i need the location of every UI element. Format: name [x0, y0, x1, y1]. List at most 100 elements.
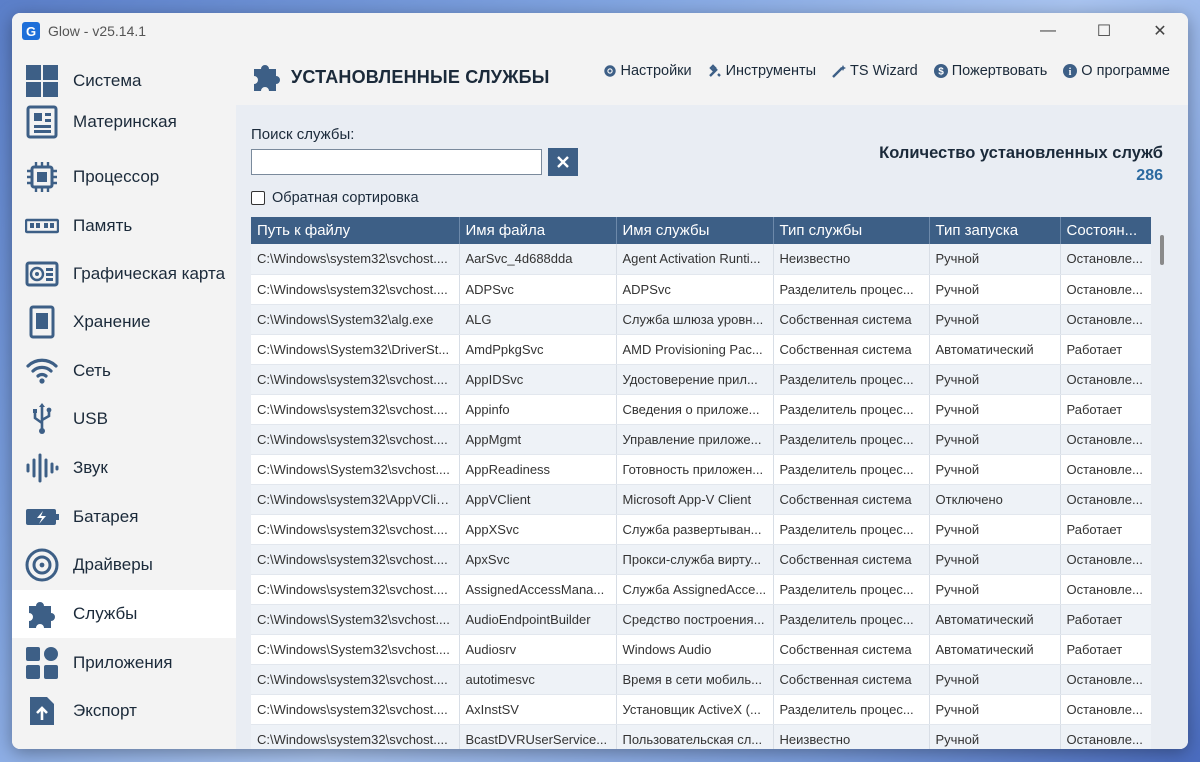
- column-header[interactable]: Тип запуска: [929, 217, 1061, 244]
- table-cell: ALG: [459, 304, 617, 335]
- table-cell: Средство построения...: [616, 604, 774, 635]
- table-cell: AmdPpkgSvc: [459, 334, 617, 365]
- sidebar-item-1[interactable]: Материнская: [12, 98, 236, 146]
- table-cell: ADPSvc: [459, 274, 617, 305]
- maximize-button[interactable]: ☐: [1076, 13, 1132, 49]
- donate-menu-item[interactable]: $ Пожертвовать: [933, 63, 1048, 79]
- table-row[interactable]: C:\Windows\system32\svchost.... BcastDVRU…: [251, 724, 1151, 749]
- sidebar-item-11[interactable]: Службы: [12, 590, 236, 638]
- table-cell: Остановле...: [1060, 424, 1151, 455]
- reverse-sort-checkbox[interactable]: Обратная сортировка: [251, 190, 419, 206]
- table-scrollbar[interactable]: [1160, 235, 1164, 265]
- table-row[interactable]: C:\Windows\System32\svchost.... Audiosrv W…: [251, 634, 1151, 665]
- table-row[interactable]: C:\Windows\System32\svchost.... AudioEndp…: [251, 604, 1151, 635]
- table-cell: Остановле...: [1060, 484, 1151, 515]
- sidebar-item-4[interactable]: Графическая карта: [12, 250, 236, 298]
- table-cell: Остановле...: [1060, 544, 1151, 575]
- table-cell: Остановле...: [1060, 724, 1151, 749]
- gpu-icon: [24, 256, 60, 292]
- table-cell: Управление приложе...: [616, 424, 774, 455]
- table-cell: C:\Windows\System32\svchost....: [251, 634, 460, 665]
- table-cell: Пользовательская сл...: [616, 724, 774, 749]
- gear-icon: [603, 64, 617, 78]
- table-cell: AppReadiness: [459, 454, 617, 485]
- table-cell: AppVClient: [459, 484, 617, 515]
- table-cell: C:\Windows\system32\svchost....: [251, 394, 460, 425]
- table-cell: Остановле...: [1060, 364, 1151, 395]
- table-cell: Автоматический: [929, 334, 1061, 365]
- column-header[interactable]: Тип службы: [773, 217, 930, 244]
- clear-search-button[interactable]: [548, 148, 578, 176]
- table-cell: C:\Windows\system32\svchost....: [251, 574, 460, 605]
- table-row[interactable]: C:\Windows\system32\svchost.... AarSvc_4d…: [251, 244, 1151, 275]
- table-cell: Разделитель процес...: [773, 424, 930, 455]
- close-button[interactable]: ✕: [1132, 13, 1188, 49]
- table-cell: Установщик ActiveX (...: [616, 694, 774, 725]
- sidebar-item-label: Экспорт: [73, 701, 137, 720]
- info-icon: i: [1063, 64, 1078, 78]
- table-cell: AarSvc_4d688dda: [459, 244, 617, 275]
- table-cell: Agent Activation Runti...: [616, 244, 774, 275]
- sidebar-item-12[interactable]: Приложения: [12, 639, 236, 687]
- sidebar-item-label: Хранение: [73, 312, 151, 331]
- sidebar-item-9[interactable]: Батарея: [12, 493, 236, 541]
- table-row[interactable]: C:\Windows\system32\svchost.... AxInstSV У…: [251, 694, 1151, 725]
- table-row[interactable]: C:\Windows\System32\DriverSt... AmdPpkgSv…: [251, 334, 1151, 365]
- checkbox-box[interactable]: [251, 191, 265, 205]
- settings-label: Настройки: [620, 63, 692, 79]
- table-cell: Работает: [1060, 604, 1151, 635]
- table-row[interactable]: C:\Windows\system32\svchost.... AppMgmt Уп…: [251, 424, 1151, 455]
- column-header[interactable]: Состоян...: [1060, 217, 1151, 244]
- window-title: Glow - v25.14.1: [48, 23, 147, 39]
- sidebar-item-2[interactable]: Процессор: [12, 153, 236, 201]
- sidebar-item-3[interactable]: Память: [12, 202, 236, 250]
- table-cell: Остановле...: [1060, 694, 1151, 725]
- close-icon: [557, 156, 569, 168]
- minimize-button[interactable]: —: [1020, 13, 1076, 49]
- settings-menu-item[interactable]: Настройки: [603, 63, 692, 79]
- sidebar-item-label: Материнская: [73, 112, 177, 131]
- column-header[interactable]: Имя службы: [616, 217, 774, 244]
- sidebar-item-6[interactable]: Сеть: [12, 347, 236, 395]
- table-row[interactable]: C:\Windows\system32\svchost.... AppXSvc Сл…: [251, 514, 1151, 545]
- table-cell: Ручной: [929, 724, 1061, 749]
- table-row[interactable]: C:\Windows\System32\svchost.... AppReadin…: [251, 454, 1151, 485]
- table-cell: BcastDVRUserService...: [459, 724, 617, 749]
- column-header[interactable]: Путь к файлу: [251, 217, 460, 244]
- table-cell: C:\Windows\system32\svchost....: [251, 544, 460, 575]
- table-row[interactable]: C:\Windows\system32\AppVClie... AppVClien…: [251, 484, 1151, 515]
- services-table: Путь к файлу Имя файла Имя службы Тип служб…: [251, 217, 1151, 749]
- about-menu-item[interactable]: i О программе: [1063, 63, 1170, 79]
- window-controls: — ☐ ✕: [1020, 13, 1188, 49]
- column-header[interactable]: Имя файла: [459, 217, 617, 244]
- wand-icon: [832, 64, 847, 78]
- table-row[interactable]: C:\Windows\system32\svchost.... autotimes…: [251, 664, 1151, 695]
- table-row[interactable]: C:\Windows\System32\alg.exe ALG Служба шлю…: [251, 304, 1151, 335]
- table-cell: C:\Windows\system32\svchost....: [251, 724, 460, 749]
- ts-wizard-menu-item[interactable]: TS Wizard: [832, 63, 918, 79]
- service-count-label: Количество установленных служб: [879, 144, 1163, 162]
- sidebar-item-label: Драйверы: [73, 555, 153, 574]
- search-input[interactable]: [251, 149, 542, 175]
- table-row[interactable]: C:\Windows\system32\svchost.... AssignedA…: [251, 574, 1151, 605]
- table-cell: Разделитель процес...: [773, 514, 930, 545]
- table-cell: Прокси-служба вирту...: [616, 544, 774, 575]
- sidebar-item-10[interactable]: Драйверы: [12, 541, 236, 589]
- sidebar-item-8[interactable]: Звук: [12, 444, 236, 492]
- table-row[interactable]: C:\Windows\system32\svchost.... ADPSvc ADP…: [251, 274, 1151, 305]
- svg-text:$: $: [938, 67, 944, 78]
- table-row[interactable]: C:\Windows\system32\svchost.... ApxSvc Про…: [251, 544, 1151, 575]
- tools-menu-item[interactable]: Инструменты: [708, 63, 816, 79]
- sidebar-item-7[interactable]: USB: [12, 395, 236, 443]
- donate-label: Пожертвовать: [951, 63, 1048, 79]
- table-cell: Автоматический: [929, 634, 1061, 665]
- sidebar-item-13[interactable]: Экспорт: [12, 687, 236, 735]
- table-row[interactable]: C:\Windows\system32\svchost.... Appinfo Св…: [251, 394, 1151, 425]
- sidebar-item-label: Процессор: [73, 167, 160, 186]
- sidebar-item-5[interactable]: Хранение: [12, 298, 236, 346]
- table-row[interactable]: C:\Windows\system32\svchost.... AppIDSvc У…: [251, 364, 1151, 395]
- sidebar-item-label: Система: [73, 71, 142, 90]
- table-cell: C:\Windows\system32\svchost....: [251, 424, 460, 455]
- tools-label: Инструменты: [725, 63, 817, 79]
- table-cell: Разделитель процес...: [773, 394, 930, 425]
